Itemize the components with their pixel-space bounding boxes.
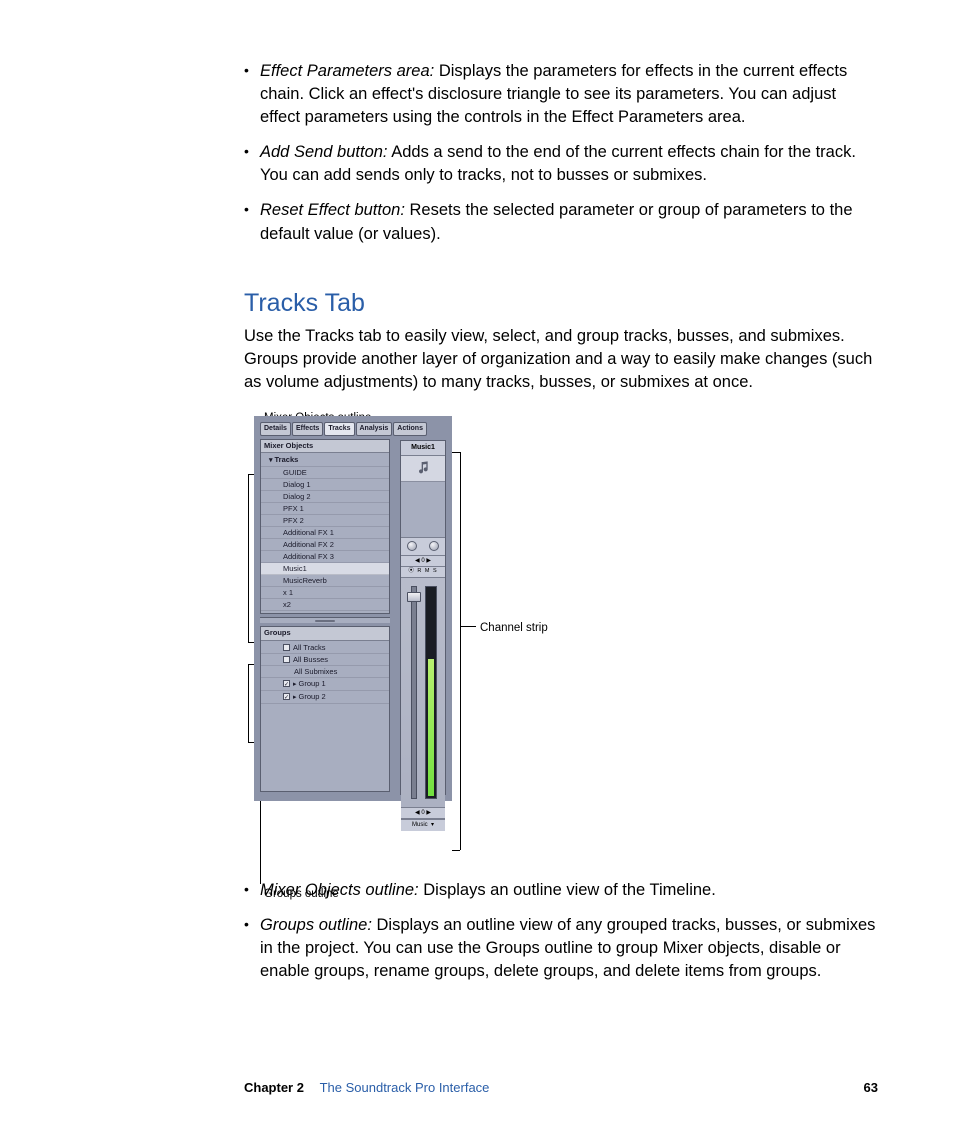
- callout-bracket: [460, 452, 461, 850]
- chapter-label: Chapter 2: [244, 1080, 304, 1095]
- tab-details[interactable]: Details: [260, 422, 291, 436]
- list-item: Reset Effect button: Resets the selected…: [244, 199, 878, 245]
- outline-track[interactable]: Additional FX 1: [261, 527, 389, 539]
- app-screenshot: Details Effects Tracks Analysis Actions …: [254, 416, 452, 801]
- term: Effect Parameters area:: [260, 62, 434, 80]
- group-row[interactable]: All Tracks: [261, 642, 389, 654]
- callout-channel-strip: Channel strip: [480, 620, 548, 636]
- fader-cap[interactable]: [407, 592, 421, 602]
- outline-busses[interactable]: Busses: [261, 611, 389, 613]
- output-label[interactable]: Music ▾: [401, 819, 445, 830]
- group-row[interactable]: Group 2: [261, 691, 389, 704]
- channel-flags[interactable]: ⦿ R M S: [401, 567, 445, 578]
- callout-leader: [460, 626, 476, 627]
- groups-header: Groups: [261, 627, 389, 641]
- pan-knob[interactable]: [407, 541, 417, 551]
- level-meter: [425, 586, 437, 799]
- group-label: All Tracks: [293, 643, 326, 652]
- panel-resize-grip[interactable]: [260, 617, 390, 623]
- checkbox-icon[interactable]: [283, 693, 290, 700]
- list-item: Effect Parameters area: Displays the par…: [244, 60, 878, 129]
- list-item: Mixer Objects outline: Displays an outli…: [244, 879, 878, 902]
- term: Mixer Objects outline:: [260, 881, 419, 899]
- inserts-area[interactable]: [401, 482, 445, 538]
- meter-fill: [428, 659, 434, 796]
- checkbox-icon[interactable]: [283, 656, 290, 663]
- outline-track-selected[interactable]: Music1: [261, 563, 389, 575]
- callout-bracket: [248, 474, 249, 642]
- outline-track[interactable]: PFX 1: [261, 503, 389, 515]
- term: Groups outline:: [260, 916, 372, 934]
- callout-bracket: [452, 850, 460, 851]
- group-row[interactable]: Group 1: [261, 678, 389, 691]
- groups-panel: Groups All Tracks All Busses All Submixe…: [260, 626, 390, 792]
- group-row[interactable]: All Submixes: [261, 666, 389, 678]
- term: Add Send button:: [260, 143, 388, 161]
- group-label: All Busses: [293, 655, 328, 664]
- callout-bracket: [452, 452, 460, 453]
- outline-track[interactable]: Additional FX 3: [261, 551, 389, 563]
- channel-strip: Music1 ◀ 0 ▶ ⦿ R M S: [400, 440, 446, 795]
- output-value: ◀ 0 ▶: [401, 808, 445, 819]
- figure: Mixer Objects outline Channel strip Grou…: [244, 416, 884, 861]
- top-bullet-list: Effect Parameters area: Displays the par…: [244, 60, 878, 246]
- pan-row: [401, 538, 445, 556]
- outline-track[interactable]: x 1: [261, 587, 389, 599]
- outline-track[interactable]: Dialog 2: [261, 491, 389, 503]
- checkbox-icon[interactable]: [283, 644, 290, 651]
- page-number: 63: [864, 1079, 878, 1097]
- tab-row: Details Effects Tracks Analysis Actions: [260, 422, 446, 436]
- outline-track[interactable]: PFX 2: [261, 515, 389, 527]
- group-label: All Submixes: [294, 667, 337, 676]
- pan-value: ◀ 0 ▶: [401, 556, 445, 567]
- pan-knob[interactable]: [429, 541, 439, 551]
- group-row[interactable]: All Busses: [261, 654, 389, 666]
- group-label: Group 2: [299, 692, 326, 701]
- tab-analysis[interactable]: Analysis: [356, 422, 393, 436]
- group-label: Group 1: [299, 679, 326, 688]
- page-footer: Chapter 2 The Soundtrack Pro Interface 6…: [244, 1079, 878, 1097]
- mixer-objects-header: Mixer Objects: [261, 440, 389, 454]
- chapter-title: The Soundtrack Pro Interface: [320, 1080, 490, 1095]
- definition-text: Displays an outline view of the Timeline…: [423, 881, 716, 899]
- tab-actions[interactable]: Actions: [393, 422, 427, 436]
- mixer-objects-outline[interactable]: Tracks GUIDE Dialog 1 Dialog 2 PFX 1 PFX…: [261, 453, 389, 613]
- outline-track[interactable]: GUIDE: [261, 467, 389, 479]
- music-note-icon: [415, 460, 431, 476]
- section-heading: Tracks Tab: [244, 286, 878, 321]
- fader-area: [401, 578, 445, 808]
- outline-track[interactable]: x2: [261, 599, 389, 611]
- bottom-bullet-list: Mixer Objects outline: Displays an outli…: [244, 879, 878, 983]
- groups-outline[interactable]: All Tracks All Busses All Submixes Group…: [261, 641, 389, 791]
- outline-track[interactable]: Additional FX 2: [261, 539, 389, 551]
- track-type-icon: [401, 456, 445, 482]
- list-item: Add Send button: Adds a send to the end …: [244, 141, 878, 187]
- mixer-objects-panel: Mixer Objects Tracks GUIDE Dialog 1 Dial…: [260, 439, 390, 615]
- outline-track[interactable]: Dialog 1: [261, 479, 389, 491]
- list-item: Groups outline: Displays an outline view…: [244, 914, 878, 983]
- channel-name: Music1: [401, 441, 445, 456]
- outline-tracks[interactable]: Tracks: [261, 454, 389, 467]
- checkbox-icon[interactable]: [283, 680, 290, 687]
- tab-effects[interactable]: Effects: [292, 422, 323, 436]
- outline-track[interactable]: MusicReverb: [261, 575, 389, 587]
- tab-tracks[interactable]: Tracks: [324, 422, 354, 436]
- callout-bracket: [248, 664, 249, 742]
- fader-track[interactable]: [411, 586, 417, 799]
- term: Reset Effect button:: [260, 201, 405, 219]
- section-intro: Use the Tracks tab to easily view, selec…: [244, 325, 878, 394]
